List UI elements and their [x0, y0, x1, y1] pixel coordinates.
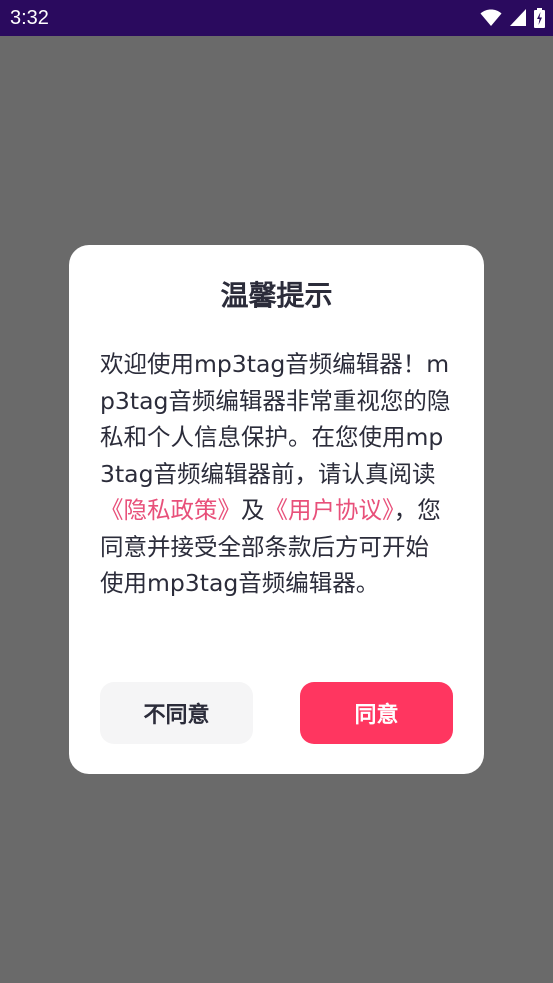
- status-bar: 3:32: [0, 0, 553, 36]
- battery-icon: [534, 8, 545, 28]
- status-time: 3:32: [10, 7, 49, 29]
- agree-button[interactable]: 同意: [300, 682, 453, 744]
- dialog-body: 欢迎使用mp3tag音频编辑器！mp3tag音频编辑器非常重视您的隐私和个人信息…: [100, 346, 452, 602]
- body-text-and: 及: [241, 496, 265, 524]
- signal-icon: [510, 9, 526, 27]
- status-icons: [480, 6, 545, 30]
- dialog-title: 温馨提示: [220, 279, 333, 312]
- user-agreement-link[interactable]: 《用户协议》: [265, 496, 394, 524]
- disagree-button[interactable]: 不同意: [100, 682, 253, 744]
- wifi-icon: [480, 9, 502, 27]
- body-text-intro: 欢迎使用mp3tag音频编辑器！mp3tag音频编辑器非常重视您的隐私和个人信息…: [100, 350, 451, 488]
- privacy-policy-link[interactable]: 《隐私政策》: [100, 496, 241, 524]
